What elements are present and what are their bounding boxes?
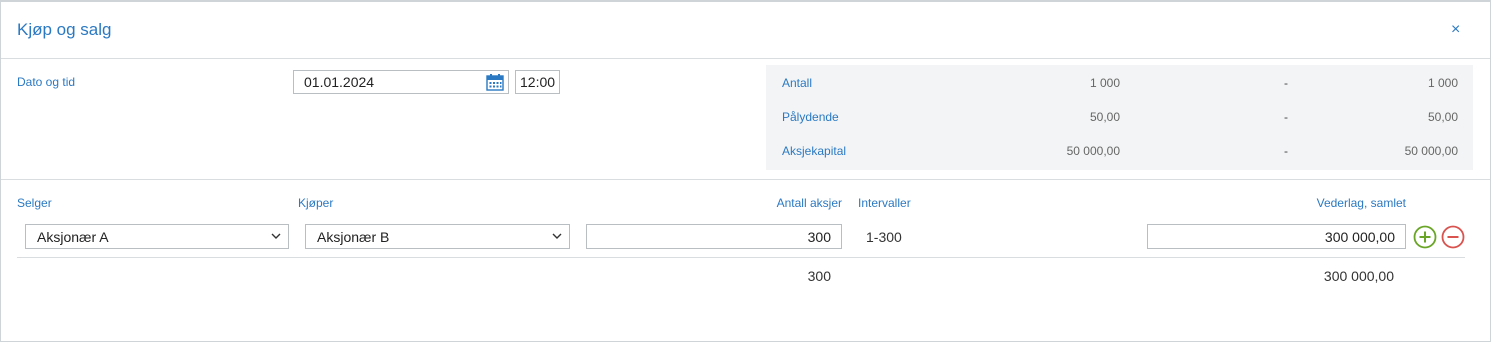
shares-value: 300 — [807, 229, 831, 245]
summary-before: 1 000 — [1089, 76, 1120, 90]
intervals-value: 1-300 — [866, 229, 902, 245]
date-value: 01.01.2024 — [304, 74, 375, 90]
chevron-down-icon — [552, 233, 562, 239]
totals-divider — [17, 257, 1465, 258]
buyer-header: Kjøper — [298, 196, 334, 210]
summary-label: Pålydende — [782, 110, 839, 124]
summary-label: Aksjekapital — [782, 144, 847, 158]
summary-before: 50,00 — [1089, 110, 1120, 124]
summary-dash: - — [1284, 76, 1288, 90]
time-input[interactable]: 12:00 — [515, 70, 560, 94]
buyer-select[interactable]: Aksjonær B — [305, 224, 570, 249]
trade-dialog: Kjøp og salg × Dato og tid 01.01.2024 12… — [0, 0, 1491, 342]
intervals-header: Intervaller — [858, 196, 911, 210]
summary-row-antall: Antall 1 000 - 1 000 — [766, 76, 1473, 96]
minus-circle-icon[interactable] — [1441, 225, 1465, 249]
summary-before: 50 000,00 — [1066, 144, 1120, 158]
consideration-header: Vederlag, samlet — [1316, 196, 1406, 210]
consideration-input[interactable]: 300 000,00 — [1147, 224, 1406, 249]
summary-label: Antall — [782, 76, 813, 90]
summary-row-aksjekapital: Aksjekapital 50 000,00 - 50 000,00 — [766, 144, 1473, 164]
shares-total: 300 — [807, 268, 831, 284]
buyer-value: Aksjonær B — [317, 229, 390, 245]
seller-select[interactable]: Aksjonær A — [25, 224, 289, 249]
consideration-total: 300 000,00 — [1323, 268, 1394, 284]
calendar-icon[interactable] — [486, 74, 504, 91]
date-input[interactable]: 01.01.2024 — [293, 70, 509, 94]
share-summary-panel: Antall 1 000 - 1 000 Pålydende 50,00 - 5… — [766, 65, 1473, 170]
summary-dash: - — [1284, 110, 1288, 124]
shares-header: Antall aksjer — [776, 196, 842, 210]
header-divider — [1, 58, 1490, 59]
seller-value: Aksjonær A — [37, 229, 109, 245]
section-divider — [1, 179, 1490, 180]
shares-input[interactable]: 300 — [586, 224, 842, 249]
summary-after: 50 000,00 — [1404, 144, 1458, 158]
date-time-label: Dato og tid — [17, 75, 76, 89]
summary-after: 50,00 — [1427, 110, 1458, 124]
seller-header: Selger — [17, 196, 52, 210]
dialog-title: Kjøp og salg — [17, 20, 112, 39]
summary-dash: - — [1284, 144, 1288, 158]
time-value: 12:00 — [520, 74, 556, 90]
chevron-down-icon — [271, 233, 281, 239]
plus-circle-icon[interactable] — [1413, 225, 1437, 249]
close-icon[interactable]: × — [1451, 22, 1460, 38]
consideration-value: 300 000,00 — [1324, 229, 1395, 245]
summary-after: 1 000 — [1427, 76, 1458, 90]
summary-row-palydende: Pålydende 50,00 - 50,00 — [766, 110, 1473, 130]
